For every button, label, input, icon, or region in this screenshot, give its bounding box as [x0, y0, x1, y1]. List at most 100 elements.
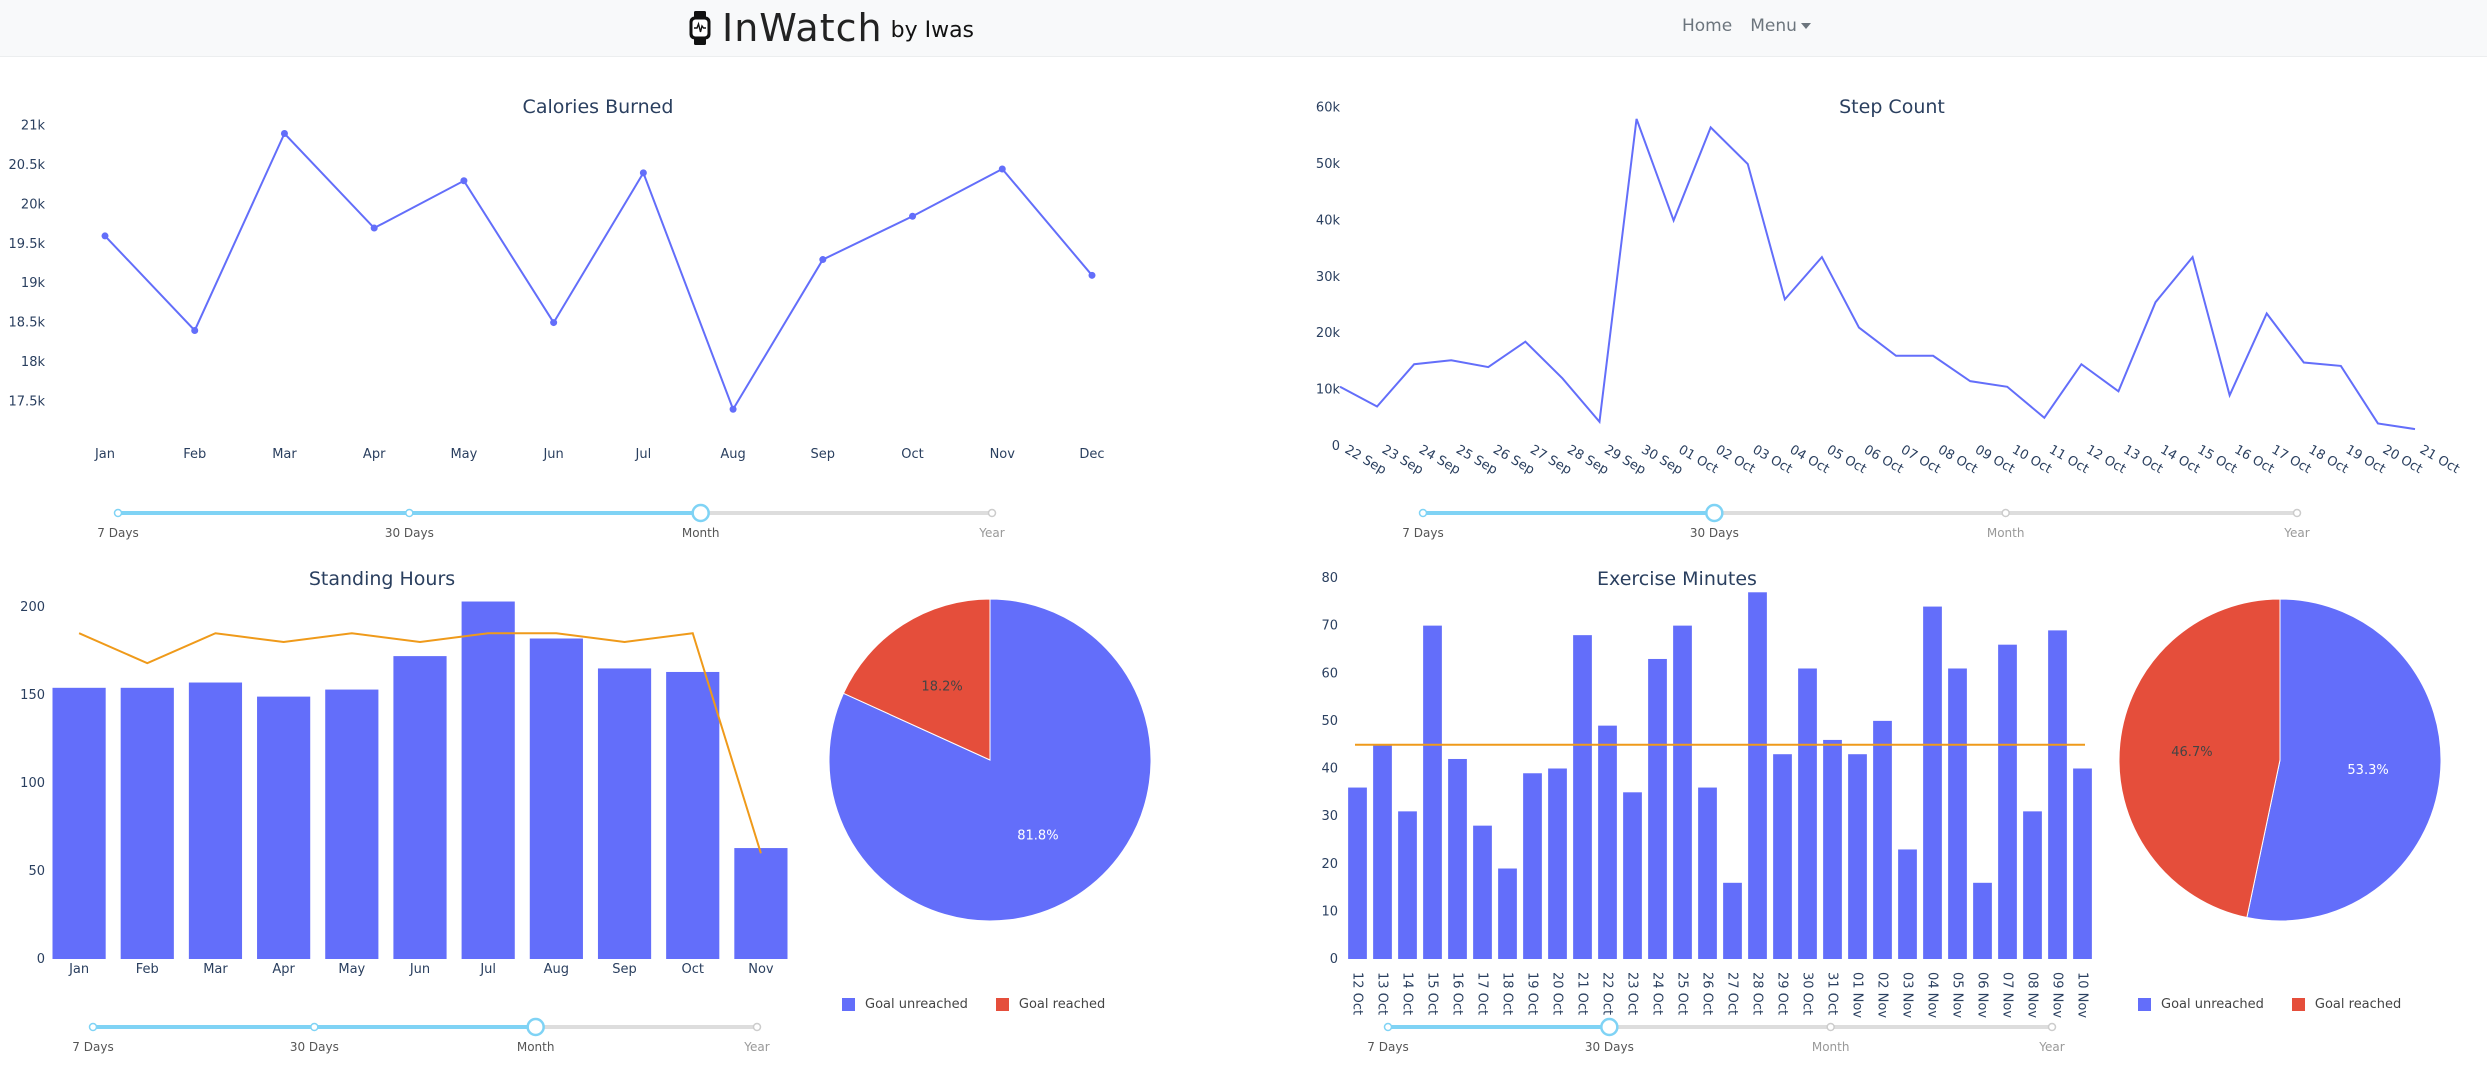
steps-range-slider[interactable]: 7 Days 30 Days Month Year: [1395, 500, 2325, 550]
y-tick-label: 20: [1321, 857, 1338, 872]
legend-goal-unreached[interactable]: Goal unreached: [2138, 997, 2264, 1012]
legend-label: Goal unreached: [865, 997, 968, 1012]
x-tick-label: Apr: [363, 447, 386, 462]
y-tick-label: 19k: [21, 276, 46, 291]
x-tick-label: 25 Oct: [1675, 972, 1690, 1015]
x-tick-label: 12 Oct: [1350, 972, 1365, 1015]
x-tick-label: Jul: [635, 447, 652, 462]
bar: [1748, 592, 1767, 959]
x-tick-label: 04 Oct: [1787, 442, 1832, 477]
bar: [666, 671, 720, 959]
slider-mark: [987, 508, 997, 518]
data-point: [909, 212, 917, 220]
x-tick-label: May: [450, 447, 477, 462]
step-count-chart: Step Count 0 10k 20k 30k 40k 50k 60k 22 Sep23 Se…: [1316, 96, 2462, 478]
y-tick-label: 60k: [1316, 101, 1341, 116]
x-tick-label: 21 Oct: [1575, 972, 1590, 1015]
x-tick-label: 03 Oct: [1750, 442, 1795, 477]
legend-goal-reached[interactable]: Goal reached: [2291, 997, 2402, 1012]
y-tick-label: 21k: [21, 119, 46, 134]
nav-menu-label: Menu: [1750, 16, 1797, 36]
slider-label: 30 Days: [1690, 526, 1739, 540]
chart-title: Calories Burned: [523, 96, 674, 118]
slider-label: Month: [1812, 1040, 1850, 1054]
slider-label: 30 Days: [1585, 1040, 1634, 1054]
slider-label: Month: [517, 1040, 555, 1054]
legend-goal-unreached[interactable]: Goal unreached: [842, 997, 968, 1012]
bar: [1898, 849, 1917, 959]
data-point: [639, 169, 647, 177]
x-tick-label: Sep: [811, 447, 836, 462]
x-tick-label: 27 Sep: [1527, 442, 1574, 478]
bar: [1648, 658, 1667, 959]
slider-mark: [405, 508, 414, 518]
y-tick-label: 17.5k: [9, 394, 46, 409]
pie-slice-label: 18.2%: [921, 680, 962, 695]
x-tick-label: 17 Oct: [2269, 442, 2314, 477]
x-tick-label: 29 Sep: [1601, 442, 1648, 478]
x-tick-label: 24 Sep: [1416, 442, 1463, 478]
legend-swatch: [2291, 998, 2305, 1011]
legend-goal-reached[interactable]: Goal reached: [995, 997, 1105, 1012]
y-tick-label: 80: [1321, 571, 1338, 586]
slider-label: 7 Days: [72, 1040, 113, 1054]
x-tick-label: Feb: [136, 962, 159, 977]
bar: [1448, 758, 1467, 959]
slider-label: 7 Days: [97, 526, 138, 540]
x-tick-label: Apr: [272, 962, 295, 977]
x-tick-label: 12 Oct: [2083, 442, 2128, 477]
calories-range-slider[interactable]: 7 Days 30 Days Month Year: [90, 500, 1020, 550]
bar: [1673, 625, 1692, 959]
x-tick-label: May: [338, 962, 365, 977]
y-tick-label: 50k: [1316, 157, 1341, 172]
nav-menu-dropdown[interactable]: Menu: [1750, 16, 1811, 36]
exercise-range-slider[interactable]: 7 Days 30 Days Month Year: [1360, 1014, 2080, 1064]
nav-home-link[interactable]: Home: [1682, 16, 1732, 36]
x-tick-label: 19 Oct: [1525, 972, 1540, 1015]
y-tick-label: 18k: [21, 355, 46, 370]
x-tick-label: Jul: [479, 962, 496, 977]
data-point: [280, 130, 288, 138]
x-tick-label: 09 Oct: [1972, 442, 2017, 477]
legend-label: Goal reached: [2314, 997, 2402, 1012]
pie-slice-label: 81.8%: [1017, 828, 1058, 843]
bar: [461, 601, 515, 959]
bar: [1523, 773, 1542, 959]
x-tick-label: 02 Nov: [1875, 972, 1890, 1018]
x-tick-label: Mar: [203, 962, 228, 977]
nav-links: Home Menu: [1682, 16, 1811, 36]
standing-range-slider[interactable]: 7 Days 30 Days Month Year: [65, 1014, 785, 1064]
x-tick-label: 10 Oct: [2009, 442, 2054, 477]
x-tick-label: 19 Oct: [2343, 442, 2388, 477]
bar: [1598, 725, 1617, 959]
y-tick-label: 20k: [21, 197, 46, 212]
x-tick-label: Nov: [748, 962, 774, 977]
bar: [1498, 868, 1517, 959]
brand[interactable]: InWatch by Iwas: [688, 6, 974, 50]
data-point: [460, 177, 468, 185]
slider-mark: [2047, 1022, 2057, 1032]
x-tick-label: 31 Oct: [1825, 972, 1840, 1015]
x-tick-label: 08 Nov: [2025, 972, 2040, 1018]
y-tick-label: 60: [1321, 666, 1338, 681]
y-tick-label: 50: [1321, 714, 1338, 729]
x-tick-label: 22 Sep: [1342, 442, 1389, 478]
brand-byline: by Iwas: [890, 17, 975, 43]
x-tick-label: 29 Oct: [1775, 972, 1790, 1015]
chart-title: Exercise Minutes: [1597, 568, 1757, 590]
slider-label: Month: [1987, 526, 2025, 540]
x-tick-label: 18 Oct: [2306, 442, 2351, 477]
series-line: [1339, 118, 2416, 431]
x-tick-label: 24 Oct: [1650, 972, 1665, 1015]
bar: [1473, 825, 1492, 959]
bar: [1623, 792, 1642, 959]
pie-slice-label: 53.3%: [2347, 763, 2388, 778]
y-tick-label: 40: [1321, 762, 1338, 777]
y-tick-label: 0: [1330, 952, 1338, 967]
x-tick-label: 07 Nov: [2000, 972, 2015, 1018]
bar: [1823, 739, 1842, 959]
slider-mark: [1383, 1022, 1393, 1032]
x-tick-label: 26 Sep: [1490, 442, 1537, 478]
y-tick-label: 30: [1321, 809, 1338, 824]
x-tick-label: 02 Oct: [1713, 442, 1758, 477]
